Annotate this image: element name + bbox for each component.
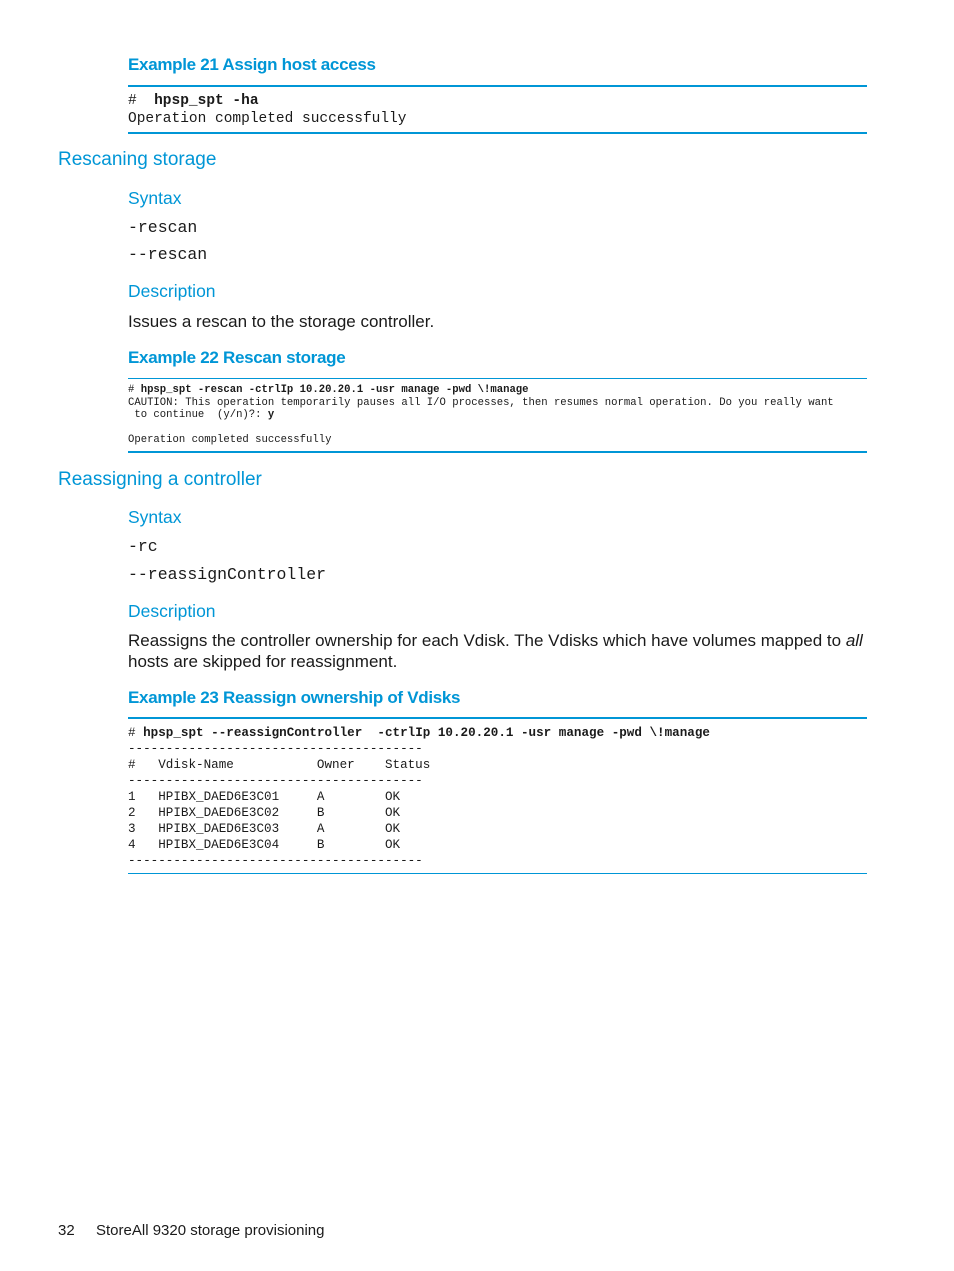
code-command: hpsp_spt -rescan -ctrlIp 10.20.20.1 -usr… [140,384,529,396]
example-23-code: # hpsp_spt --reassignController -ctrlIp … [128,725,710,869]
table-row: 1 HPIBX_DAED6E3C01 A OK [128,790,401,804]
example-22-title: Example 22 Rescan storage [128,348,346,367]
description-text: Reassigns the controller ownership for e… [128,630,873,672]
table-row: 4 HPIBX_DAED6E3C04 B OK [128,838,401,852]
example-22-code: # hpsp_spt -rescan -ctrlIp 10.20.20.1 -u… [128,384,834,447]
code-command: hpsp_spt -ha [154,93,259,109]
code-command: hpsp_spt --reassignController -ctrlIp 10… [143,726,710,740]
chapter-title: StoreAll 9320 storage provisioning [96,1222,325,1239]
code-output: Operation completed successfully [128,111,407,127]
table-row: 2 HPIBX_DAED6E3C02 B OK [128,806,401,820]
caution-line-1: CAUTION: This operation temporarily paus… [128,396,834,409]
example-bottom-rule [128,451,867,453]
syntax-short: -rc [128,537,158,556]
example-top-rule [128,85,867,87]
description-emphasis: all [845,631,863,650]
syntax-long: --rescan [128,245,208,264]
description-part: Reassigns the controller ownership for e… [128,631,846,650]
code-prompt: # [128,726,144,740]
description-part: hosts are skipped for reassignment. [128,652,398,671]
example-21-title: Example 21 Assign host access [128,55,376,74]
syntax-heading: Syntax [128,507,182,527]
description-heading: Description [128,601,216,621]
table-row: 3 HPIBX_DAED6E3C03 A OK [128,822,401,836]
syntax-long: --reassignController [128,565,327,584]
example-top-rule [128,717,867,719]
code-prompt: # [128,384,141,396]
section-title-rescan: Rescaning storage [58,149,217,170]
example-top-rule [128,378,867,379]
table-separator: --------------------------------------- [128,774,423,788]
caution-answer: y [267,409,275,421]
code-output: Operation completed successfully [128,434,332,446]
syntax-short: -rescan [128,218,198,237]
table-header: # Vdisk-Name Owner Status [128,758,431,772]
table-separator: --------------------------------------- [128,742,423,756]
example-21-code: # hpsp_spt -ha Operation completed succe… [128,92,406,128]
code-prompt: # [128,93,155,109]
description-heading: Description [128,281,216,301]
page-number: 32 [58,1222,75,1239]
example-23-title: Example 23 Reassign ownership of Vdisks [128,688,461,707]
caution-line-2: to continue (y/n)?: [128,409,268,421]
section-title-reassign: Reassigning a controller [58,469,262,490]
example-bottom-rule [128,873,867,874]
description-text: Issues a rescan to the storage controlle… [128,312,435,331]
syntax-heading: Syntax [128,188,182,208]
table-separator: --------------------------------------- [128,854,423,868]
example-bottom-rule [128,132,867,134]
